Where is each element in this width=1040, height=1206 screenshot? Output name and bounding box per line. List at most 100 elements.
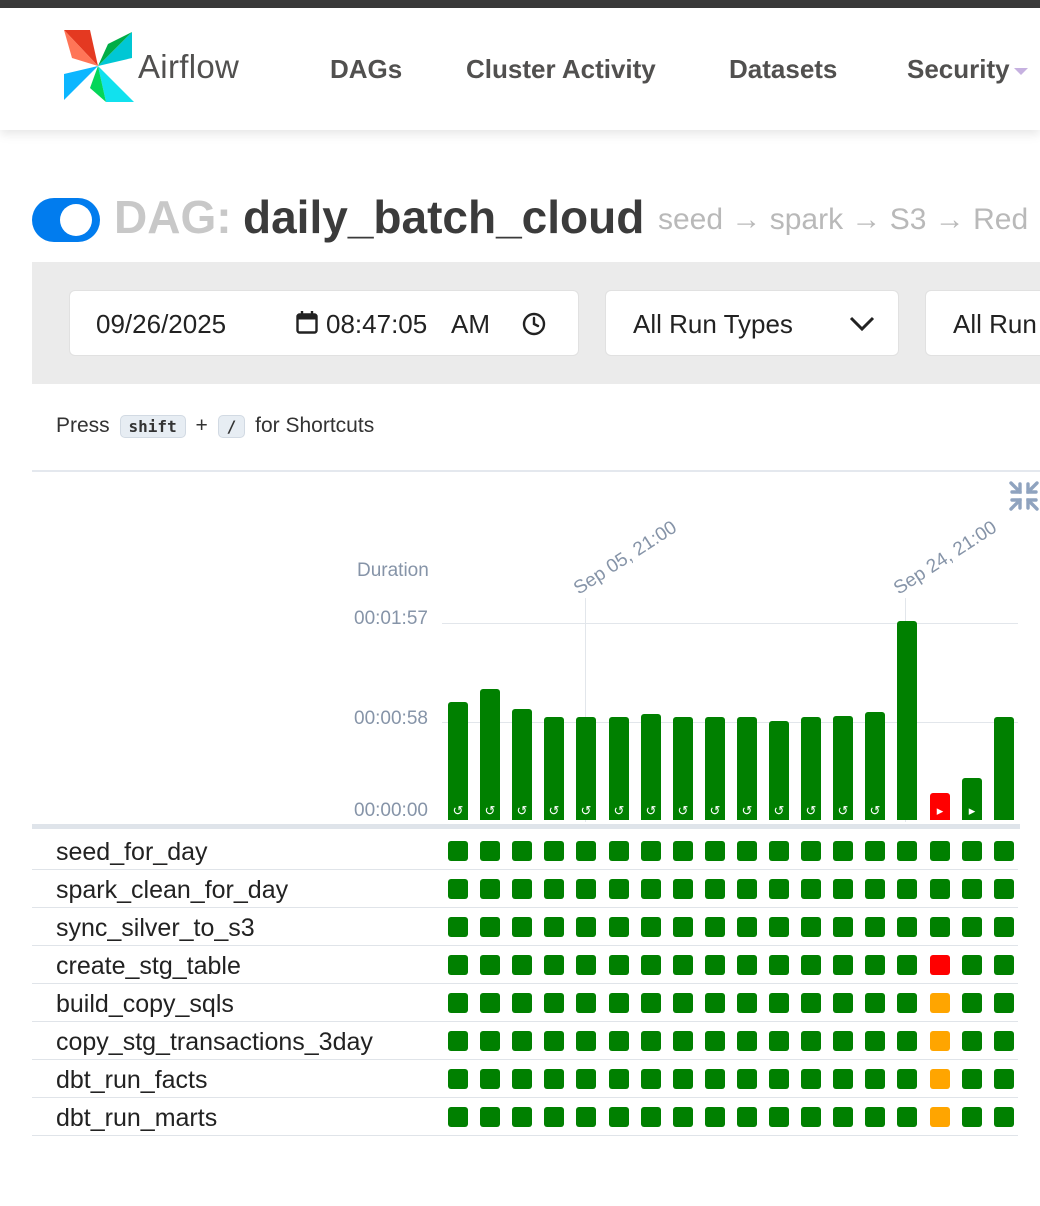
task-name[interactable]: create_stg_table — [56, 952, 241, 981]
task-instance-cell[interactable] — [673, 993, 693, 1013]
task-instance-cell[interactable] — [801, 1069, 821, 1089]
task-instance-cell[interactable] — [737, 1107, 757, 1127]
task-instance-cell[interactable] — [512, 1031, 532, 1051]
task-instance-cell[interactable] — [962, 841, 982, 861]
task-instance-cell[interactable] — [865, 1107, 885, 1127]
task-instance-cell[interactable] — [962, 993, 982, 1013]
task-instance-cell[interactable] — [480, 917, 500, 937]
task-instance-cell[interactable] — [833, 879, 853, 899]
task-instance-cell[interactable] — [994, 841, 1014, 861]
run-bar[interactable]: ↺ — [769, 721, 789, 820]
task-instance-cell[interactable] — [962, 1069, 982, 1089]
task-instance-cell[interactable] — [480, 1069, 500, 1089]
task-instance-cell[interactable] — [673, 917, 693, 937]
task-instance-cell[interactable] — [833, 993, 853, 1013]
task-instance-cell[interactable] — [705, 917, 725, 937]
task-instance-cell[interactable] — [930, 1031, 950, 1051]
task-instance-cell[interactable] — [609, 841, 629, 861]
task-instance-cell[interactable] — [673, 841, 693, 861]
task-instance-cell[interactable] — [930, 879, 950, 899]
task-instance-cell[interactable] — [833, 917, 853, 937]
task-instance-cell[interactable] — [801, 993, 821, 1013]
task-name[interactable]: copy_stg_transactions_3day — [56, 1028, 373, 1057]
task-instance-cell[interactable] — [512, 879, 532, 899]
nav-datasets[interactable]: Datasets — [729, 54, 837, 85]
task-instance-cell[interactable] — [576, 1031, 596, 1051]
task-instance-cell[interactable] — [801, 955, 821, 975]
task-instance-cell[interactable] — [833, 1069, 853, 1089]
task-instance-cell[interactable] — [609, 1107, 629, 1127]
task-instance-cell[interactable] — [609, 917, 629, 937]
task-instance-cell[interactable] — [673, 1031, 693, 1051]
task-instance-cell[interactable] — [448, 879, 468, 899]
task-instance-cell[interactable] — [609, 955, 629, 975]
task-instance-cell[interactable] — [641, 1069, 661, 1089]
task-instance-cell[interactable] — [705, 993, 725, 1013]
task-instance-cell[interactable] — [865, 917, 885, 937]
task-instance-cell[interactable] — [673, 879, 693, 899]
task-instance-cell[interactable] — [897, 879, 917, 899]
task-instance-cell[interactable] — [962, 1031, 982, 1051]
task-instance-cell[interactable] — [994, 917, 1014, 937]
task-instance-cell[interactable] — [609, 1069, 629, 1089]
task-instance-cell[interactable] — [705, 955, 725, 975]
task-instance-cell[interactable] — [930, 917, 950, 937]
task-instance-cell[interactable] — [480, 841, 500, 861]
task-instance-cell[interactable] — [576, 993, 596, 1013]
task-instance-cell[interactable] — [897, 993, 917, 1013]
task-instance-cell[interactable] — [480, 993, 500, 1013]
run-bar[interactable]: ↺ — [544, 717, 564, 820]
task-instance-cell[interactable] — [448, 993, 468, 1013]
task-instance-cell[interactable] — [769, 1069, 789, 1089]
run-bar[interactable]: ↺ — [865, 712, 885, 820]
run-bar[interactable]: ↺ — [512, 709, 532, 820]
task-instance-cell[interactable] — [544, 993, 564, 1013]
task-instance-cell[interactable] — [865, 879, 885, 899]
task-instance-cell[interactable] — [801, 1031, 821, 1051]
task-instance-cell[interactable] — [448, 1069, 468, 1089]
task-instance-cell[interactable] — [480, 879, 500, 899]
base-date-input[interactable]: 09/26/2025 08:47:05 AM — [69, 290, 579, 356]
task-instance-cell[interactable] — [930, 993, 950, 1013]
task-instance-cell[interactable] — [769, 1031, 789, 1051]
run-bar[interactable]: ↺ — [737, 717, 757, 820]
task-instance-cell[interactable] — [609, 993, 629, 1013]
task-instance-cell[interactable] — [865, 1031, 885, 1051]
task-instance-cell[interactable] — [544, 955, 564, 975]
run-type-select[interactable]: All Run Types — [605, 290, 899, 356]
task-instance-cell[interactable] — [930, 1107, 950, 1127]
task-instance-cell[interactable] — [737, 917, 757, 937]
task-name[interactable]: sync_silver_to_s3 — [56, 914, 255, 943]
task-instance-cell[interactable] — [512, 1107, 532, 1127]
task-name[interactable]: build_copy_sqls — [56, 990, 234, 1019]
task-instance-cell[interactable] — [544, 1107, 564, 1127]
task-instance-cell[interactable] — [576, 1069, 596, 1089]
collapse-icon[interactable] — [1008, 480, 1040, 512]
task-instance-cell[interactable] — [994, 955, 1014, 975]
run-bar[interactable] — [897, 621, 917, 820]
task-instance-cell[interactable] — [833, 955, 853, 975]
run-bar[interactable]: ▸ — [930, 793, 950, 820]
run-bar[interactable]: ↺ — [448, 702, 468, 820]
task-instance-cell[interactable] — [448, 841, 468, 861]
task-instance-cell[interactable] — [930, 1069, 950, 1089]
task-instance-cell[interactable] — [544, 917, 564, 937]
task-instance-cell[interactable] — [576, 879, 596, 899]
task-instance-cell[interactable] — [994, 993, 1014, 1013]
task-instance-cell[interactable] — [962, 1107, 982, 1127]
task-instance-cell[interactable] — [897, 1069, 917, 1089]
task-instance-cell[interactable] — [897, 917, 917, 937]
task-instance-cell[interactable] — [801, 1107, 821, 1127]
task-instance-cell[interactable] — [641, 955, 661, 975]
task-instance-cell[interactable] — [994, 1031, 1014, 1051]
task-instance-cell[interactable] — [769, 841, 789, 861]
dag-pause-toggle[interactable] — [32, 198, 100, 242]
task-instance-cell[interactable] — [865, 841, 885, 861]
run-bar[interactable]: ↺ — [609, 717, 629, 820]
run-bar[interactable]: ↺ — [705, 717, 725, 820]
task-instance-cell[interactable] — [930, 841, 950, 861]
task-instance-cell[interactable] — [544, 879, 564, 899]
task-instance-cell[interactable] — [512, 841, 532, 861]
task-instance-cell[interactable] — [769, 879, 789, 899]
task-instance-cell[interactable] — [897, 1107, 917, 1127]
